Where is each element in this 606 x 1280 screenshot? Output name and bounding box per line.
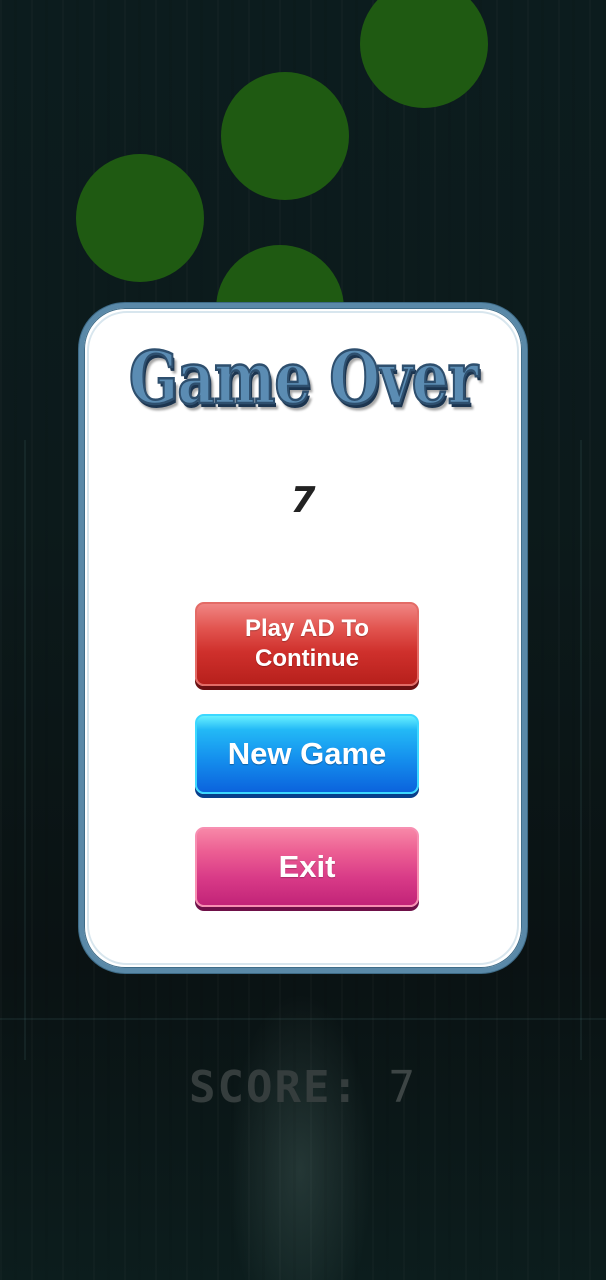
play-ad-button-label-line-1: Play AD To (244, 615, 370, 642)
hud-score-value: 7 (388, 1062, 417, 1113)
play-ad-to-continue-button[interactable]: Play AD To Continue (195, 602, 419, 686)
hud-score: SCORE: 7 (0, 1062, 606, 1113)
green-ball (221, 72, 349, 200)
play-ad-button-label-line-2: Continue (255, 645, 359, 672)
game-over-title: Game Over (128, 334, 479, 422)
hud-score-label: SCORE: (189, 1062, 360, 1113)
frame-line-right (580, 440, 582, 1060)
green-ball (76, 154, 204, 282)
exit-button[interactable]: Exit (195, 827, 419, 907)
frame-line-left (24, 440, 26, 1060)
new-game-button[interactable]: New Game (195, 714, 419, 794)
new-game-button-label: New Game (227, 735, 387, 771)
game-over-dialog: Game Over 7 Play AD To Continue New Game… (79, 303, 527, 973)
final-score: 7 (290, 480, 316, 521)
exit-button-label: Exit (278, 848, 336, 884)
frame-line-bottom (0, 1018, 606, 1020)
